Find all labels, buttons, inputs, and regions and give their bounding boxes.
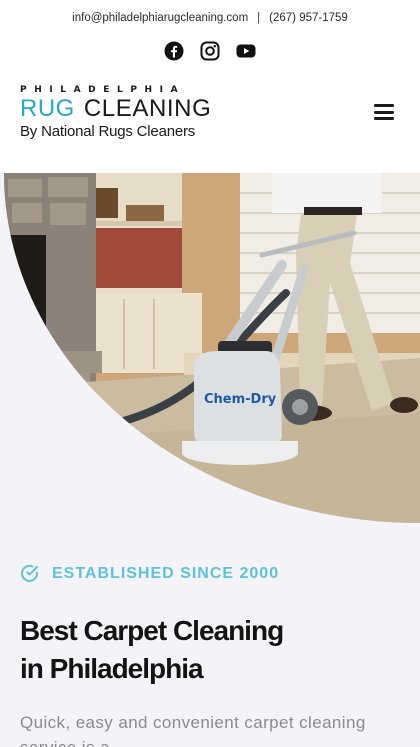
logo-word-cleaning: CLEANING — [83, 95, 212, 122]
contact-separator: | — [257, 12, 261, 24]
social-links — [0, 41, 420, 61]
established-text: ESTABLISHED SINCE 2000 — [52, 564, 280, 582]
site-logo[interactable]: PHILADELPHIA RUG CLEANING By National Ru… — [20, 85, 211, 143]
intro-paragraph: Quick, easy and convenient carpet cleani… — [20, 713, 366, 747]
phone-link[interactable]: (267) 957-1759 — [269, 12, 348, 24]
machine-brand-label: Chem-Dry — [204, 392, 277, 407]
check-circle-icon — [20, 564, 39, 583]
email-link[interactable]: info@philadelphiarugcleaning.com — [72, 12, 248, 24]
logo-tagline: PHILADELPHIA — [20, 85, 186, 95]
hamburger-menu-icon[interactable] — [374, 104, 394, 122]
youtube-icon[interactable] — [236, 41, 256, 61]
established-badge: ESTABLISHED SINCE 2000 — [20, 564, 279, 583]
title-line-1: Best Carpet Cleaning — [20, 615, 284, 646]
logo-word-rug: RUG — [20, 95, 75, 122]
instagram-icon[interactable] — [200, 41, 220, 61]
carpet-cleaning-photo: Chem-Dry — [4, 173, 420, 523]
page-title: Best Carpet Cleaning in Philadelphia — [20, 612, 350, 688]
hero-image: Chem-Dry — [4, 173, 420, 523]
facebook-icon[interactable] — [164, 41, 184, 61]
contact-bar: info@philadelphiarugcleaning.com | (267) 9… — [0, 12, 420, 24]
logo-wordmark: RUG CLEANING — [20, 95, 211, 122]
title-line-2: in Philadelphia — [20, 653, 204, 684]
top-header: info@philadelphiarugcleaning.com | (267) 9… — [0, 0, 420, 173]
logo-subtitle: By National Rugs Cleaners — [20, 123, 196, 140]
